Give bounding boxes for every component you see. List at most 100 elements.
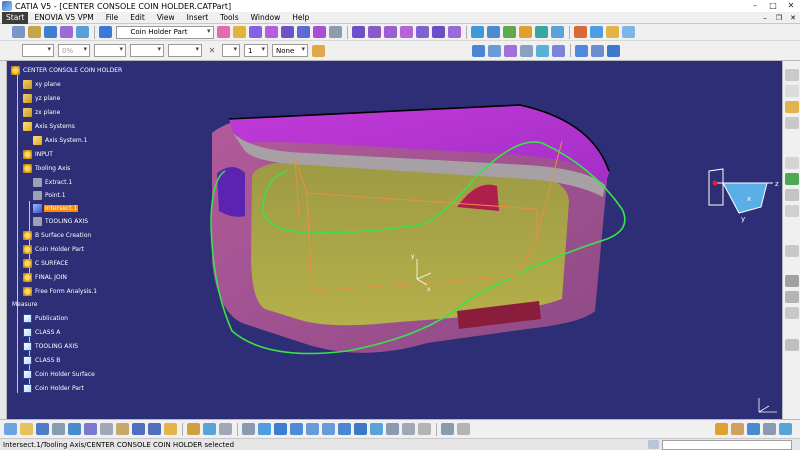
menu-tools[interactable]: Tools <box>214 13 244 22</box>
stop-icon[interactable] <box>648 440 659 449</box>
menu-enovia[interactable]: ENOVIA V5 VPM <box>28 13 99 22</box>
law-icon[interactable] <box>219 423 232 435</box>
draft-analysis-icon[interactable] <box>590 26 603 38</box>
tree-node-pub-coin-holder-part[interactable]: Coin Holder Part <box>23 383 85 393</box>
painter-icon[interactable] <box>311 44 325 57</box>
menu-file[interactable]: File <box>100 13 125 22</box>
axis-icon[interactable] <box>488 44 501 57</box>
projection-icon[interactable] <box>536 44 549 57</box>
point-style-combo[interactable] <box>168 44 202 57</box>
rendering-combo[interactable] <box>222 44 240 57</box>
tree-node-tooling-axis-feature[interactable]: TOOLING AXIS <box>33 216 89 226</box>
select-arrow-icon[interactable] <box>12 26 25 38</box>
edit-icon[interactable] <box>44 26 57 38</box>
point-icon[interactable] <box>233 26 246 38</box>
circle-tool-icon[interactable] <box>785 291 799 303</box>
extrapolate-icon[interactable] <box>785 245 799 257</box>
apply-material-icon[interactable] <box>715 423 728 435</box>
extrude-surface-icon[interactable] <box>249 26 262 38</box>
menu-view[interactable]: View <box>151 13 181 22</box>
connect-icon[interactable] <box>785 205 799 217</box>
tree-node-tooling-axis-set[interactable]: Tooling Axis <box>23 163 71 173</box>
paste-icon[interactable] <box>116 423 129 435</box>
tree-node-point-1[interactable]: Point.1 <box>33 190 67 200</box>
measure-icon[interactable] <box>785 101 799 113</box>
tree-node-c-surface[interactable]: C SURFACE <box>23 258 69 268</box>
blend-icon[interactable] <box>329 26 342 38</box>
circle-icon[interactable] <box>575 44 588 57</box>
fillet-icon[interactable] <box>448 26 461 38</box>
plane-icon[interactable] <box>520 44 533 57</box>
rotate-icon[interactable] <box>487 26 500 38</box>
toolbar-handle-icon[interactable] <box>785 85 799 97</box>
pan-icon[interactable] <box>274 423 287 435</box>
intersection-icon[interactable] <box>552 44 565 57</box>
material-icon[interactable] <box>731 423 744 435</box>
zoom-out-icon[interactable] <box>322 423 335 435</box>
tree-node-class-b[interactable]: CLASS B <box>23 355 61 365</box>
connect-checker-icon[interactable] <box>622 26 635 38</box>
power-input-field[interactable] <box>662 439 792 450</box>
catalog-icon[interactable] <box>457 423 470 435</box>
symmetry-icon[interactable] <box>503 26 516 38</box>
compass-icon[interactable]: x y z <box>705 161 782 241</box>
boundary-icon[interactable] <box>416 26 429 38</box>
tree-node-b-surface-creation[interactable]: B Surface Creation <box>23 230 92 240</box>
save-icon[interactable] <box>36 423 49 435</box>
undo-icon[interactable] <box>28 26 41 38</box>
light-icon[interactable] <box>763 423 776 435</box>
menu-window[interactable]: Window <box>245 13 287 22</box>
extract-icon[interactable] <box>432 26 445 38</box>
color-combo[interactable] <box>22 44 54 57</box>
tree-node-axis-system-1[interactable]: Axis System.1 <box>33 135 88 145</box>
spline-icon[interactable] <box>607 44 620 57</box>
knowledge-bottom-icon[interactable] <box>203 423 216 435</box>
new-icon[interactable] <box>4 423 17 435</box>
print-icon[interactable] <box>52 423 65 435</box>
tree-node-intersect-1[interactable]: Intersect.1 <box>33 203 79 213</box>
tree-node-yz-plane[interactable]: yz plane <box>23 93 61 103</box>
swap-visible-icon[interactable] <box>402 423 415 435</box>
layer-combo[interactable]: None <box>272 44 308 57</box>
healing-icon[interactable] <box>368 26 381 38</box>
doc-restore-icon[interactable]: ❐ <box>772 14 786 22</box>
line-type-combo[interactable] <box>130 44 164 57</box>
part-body-icon[interactable] <box>99 26 112 38</box>
affinity-icon[interactable] <box>535 26 548 38</box>
formula-icon[interactable] <box>187 423 200 435</box>
redo-bottom-icon[interactable] <box>148 423 161 435</box>
tree-node-coin-holder-surface[interactable]: Coin Holder Surface <box>23 369 96 379</box>
line-thickness-combo[interactable] <box>94 44 126 57</box>
close-icon[interactable]: ✕ <box>782 0 800 12</box>
fit-all-icon[interactable] <box>258 423 271 435</box>
menu-help[interactable]: Help <box>286 13 315 22</box>
zoom-in-icon[interactable] <box>306 423 319 435</box>
revolve-surface-icon[interactable] <box>265 26 278 38</box>
analysis-icon[interactable] <box>574 26 587 38</box>
fly-mode-icon[interactable] <box>242 423 255 435</box>
rotate-view-icon[interactable] <box>290 423 303 435</box>
grid-icon[interactable] <box>76 26 89 38</box>
minimize-icon[interactable]: – <box>746 0 764 12</box>
workbench-icon[interactable] <box>785 69 799 81</box>
maximize-icon[interactable]: □ <box>764 0 782 12</box>
undo-bottom-icon[interactable] <box>132 423 145 435</box>
curvature-icon[interactable] <box>606 26 619 38</box>
mapping-icon[interactable] <box>785 189 799 201</box>
rolling-offset-icon[interactable] <box>785 307 799 319</box>
tree-node-measure[interactable]: Measure <box>11 299 39 309</box>
polyline-icon[interactable] <box>504 44 517 57</box>
spline-tool-icon[interactable] <box>785 275 799 287</box>
part-combo[interactable]: Coin Holder Part <box>115 25 214 39</box>
fill-icon[interactable] <box>297 26 310 38</box>
render-icon[interactable] <box>418 423 431 435</box>
tree-node-xy-plane[interactable]: xy plane <box>23 79 62 89</box>
ground-icon[interactable] <box>779 423 792 435</box>
copy-icon[interactable] <box>100 423 113 435</box>
dimension-icon[interactable] <box>785 117 799 129</box>
hide-show-icon[interactable] <box>386 423 399 435</box>
shading-icon[interactable] <box>370 423 383 435</box>
doc-minimize-icon[interactable]: – <box>758 14 772 22</box>
tree-node-class-a[interactable]: CLASS A <box>23 327 61 337</box>
trim-icon[interactable] <box>400 26 413 38</box>
